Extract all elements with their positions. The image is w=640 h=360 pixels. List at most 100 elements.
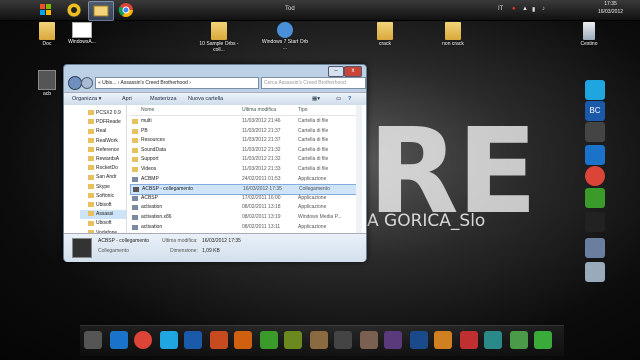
puzzle-dock-icon[interactable] [585,212,605,232]
tool-dock-icon[interactable] [284,331,302,349]
app-icon [132,205,138,211]
view-options-icon[interactable]: ▦▾ [312,96,320,102]
blender-dock-icon[interactable] [434,331,452,349]
tray-up-arrow-icon[interactable]: ▲ [522,6,528,12]
nav-item[interactable]: Softonic [88,192,114,201]
lightning-dock-icon[interactable] [110,331,128,349]
file-row[interactable]: multi 11/03/2012 21:46 Cartella di file [130,117,356,126]
file-date: 11/03/2012 21:32 [242,146,281,153]
monitor-dock-icon[interactable] [585,238,605,258]
stack-dock-icon[interactable] [484,331,502,349]
open-button[interactable]: Apri [122,96,132,102]
network-icon[interactable]: ▮ [532,6,535,13]
bottom-dock [80,325,564,356]
column-name[interactable]: Nome [141,107,154,113]
file-row[interactable]: activation 08/02/2011 13:11 Applicazione [130,223,356,232]
burn-button[interactable]: Masterizza [150,96,177,102]
file-row[interactable]: Videos 11/03/2012 21:33 Cartella di file [130,165,356,174]
file-row[interactable]: ACBMP 24/02/2011 01:53 Applicazione [130,175,356,184]
file-row[interactable]: SoundData 11/03/2012 21:32 Cartella di fil… [130,146,356,155]
file-date: 11/03/2012 21:46 [242,118,281,124]
utorrent-dock-icon[interactable] [260,331,278,349]
file-date: 08/02/2011 13:18 [242,204,281,211]
nav-item[interactable]: Reference [88,146,119,155]
column-date[interactable]: Ultima modifica [242,107,276,113]
orb-app-icon[interactable] [62,1,86,19]
firefox-dock-icon[interactable] [210,331,228,349]
explorer-taskbar-icon[interactable] [88,1,114,21]
file-date: 24/02/2011 01:53 [242,175,281,182]
nav-item[interactable]: PDFReade [88,118,121,127]
organize-button[interactable]: Organizza ▾ [72,96,101,102]
file-row[interactable]: Support 11/03/2012 21:32 Cartella di file [130,155,356,164]
skype-dock-icon[interactable] [160,331,178,349]
desktop-icon-recycle-bin[interactable]: Cestino [564,22,614,47]
recycle-dock-icon[interactable] [534,331,552,349]
skype-dock-icon[interactable] [585,80,605,100]
desktop-icon-sample-orbs[interactable]: 10 Sample Orbs - coll... [194,22,244,53]
column-type[interactable]: Tipo [298,107,308,113]
utorrent-dock-icon[interactable] [585,188,605,208]
nav-item[interactable]: San Andr [88,173,117,182]
chrome-dock-icon[interactable] [585,166,605,186]
help-icon[interactable]: ? [348,96,351,102]
new-folder-button[interactable]: Nuova cartella [188,96,223,102]
chrome-dock-icon[interactable] [134,331,152,349]
file-date: 08/02/2011 13:19 [242,214,281,220]
desktop-icon-label: acb [42,91,52,97]
desktop-icon-windowsa[interactable]: WindowsA... [57,22,107,45]
nav-item[interactable]: Skype [88,183,110,192]
desktop-icon-non-crack[interactable]: non crack [428,22,478,47]
language-indicator[interactable]: IT [498,6,503,12]
nav-item[interactable]: Real [88,127,106,136]
folder-icon [88,165,94,171]
folder-icon [88,119,94,125]
clock[interactable]: 17:35 16/03/2012 [598,0,623,16]
vertical-scrollbar[interactable] [356,105,362,233]
preview-pane-icon[interactable]: ▭ [336,96,341,102]
nav-item[interactable]: RocketDo [88,164,118,173]
forward-button[interactable] [81,77,93,89]
nav-item[interactable]: Assassi [80,210,126,220]
nav-item[interactable]: RealWork [88,137,118,146]
desktop-icon-label: Windows 7 Start Orb ... [261,39,309,51]
file-row[interactable]: Resources 11/03/2012 21:37 Cartella di fil… [130,136,356,145]
start-button[interactable] [34,1,58,19]
lightning-dock-icon[interactable] [585,145,605,165]
nexus-dock-icon[interactable] [84,331,102,349]
game-dock-icon[interactable] [585,122,605,142]
file-row[interactable]: ACBSP 17/02/2011 16:00 Applicazione [130,194,356,203]
photoshop-dock-icon[interactable] [410,331,428,349]
volume-icon[interactable]: ♪ [542,6,545,12]
file-row[interactable]: PB 11/03/2012 21:37 Cartella di file [130,127,356,136]
bc-dock-icon[interactable] [184,331,202,349]
media-dock-icon[interactable] [460,331,478,349]
assassin-dock-icon[interactable] [334,331,352,349]
nav-item[interactable]: RewardsA [88,155,119,164]
nav-item[interactable]: Ubisoft [88,201,112,210]
file-row[interactable]: activation.x86 08/02/2011 13:19 Windows Me… [130,213,356,222]
record-icon[interactable]: ● [512,6,516,12]
portrait-dock-icon[interactable] [360,331,378,349]
search-input[interactable]: Cerca Assassin's Creed Brotherhood [261,77,366,89]
folder-icon [132,128,138,134]
bc-dock-icon[interactable]: BC [585,101,605,121]
gear-dock-icon[interactable] [234,331,252,349]
game-dock-icon[interactable] [310,331,328,349]
vlc-dock-icon[interactable] [510,331,528,349]
app-icon [132,215,138,220]
nav-item[interactable]: Ubisoft [88,219,112,228]
file-row[interactable]: activation 08/02/2011 13:18 Applicazione [130,203,356,212]
chrome-taskbar-icon[interactable] [114,1,138,19]
address-bar[interactable]: « Ubis... › Assassin's Creed Brotherhood… [95,77,259,89]
desktop-icon-label: WindowsA... [68,39,96,45]
after-effects-dock-icon[interactable] [384,331,402,349]
folder-icon [88,220,94,226]
desktop-icon-start-orb[interactable]: Windows 7 Start Orb ... [260,22,310,51]
desktop-icon-crack[interactable]: crack [360,22,410,47]
nav-item-label: Skype [96,183,110,190]
nav-item[interactable]: PCSX2 0.9 [88,109,121,118]
file-name: Videos [141,166,157,172]
back-button[interactable] [68,76,82,90]
trash-dock-icon[interactable] [585,262,605,282]
